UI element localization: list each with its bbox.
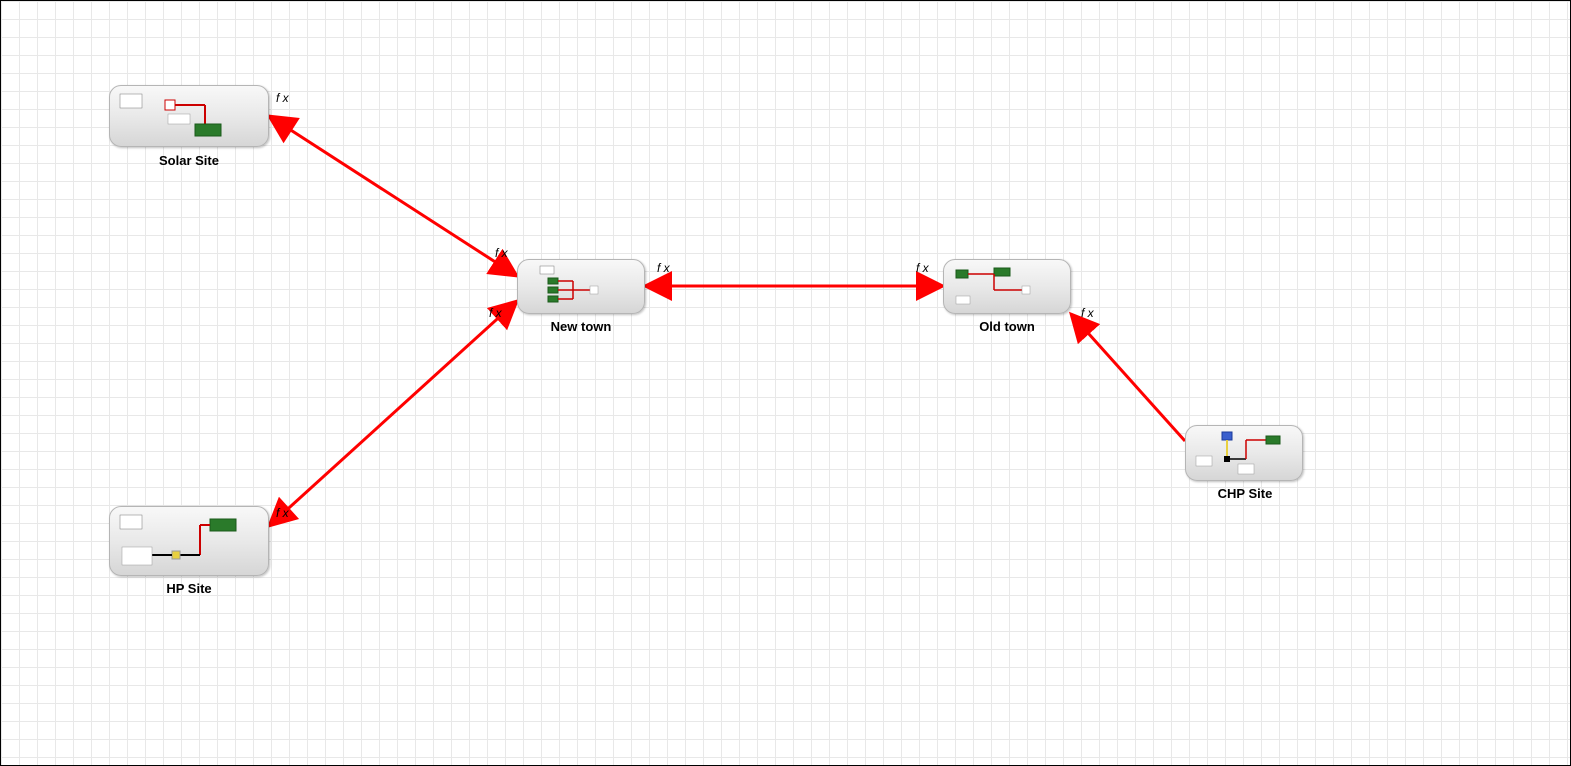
node-label-hp: HP Site — [99, 581, 279, 596]
fx-label: f x — [657, 261, 670, 275]
edge-solar-newtown[interactable] — [269, 116, 517, 276]
node-label-oldtown: Old town — [917, 319, 1097, 334]
edge-hp-newtown[interactable] — [269, 301, 517, 526]
diagram-canvas[interactable]: f x f x f x f x f x f x f x Solar Site H… — [0, 0, 1571, 766]
node-thumbnail-icon — [110, 507, 270, 577]
node-chp-site[interactable] — [1185, 425, 1303, 481]
fx-label: f x — [495, 246, 508, 260]
fx-label: f x — [276, 91, 289, 105]
node-solar-site[interactable] — [109, 85, 269, 147]
node-new-town[interactable] — [517, 259, 645, 314]
fx-label: f x — [489, 306, 502, 320]
node-hp-site[interactable] — [109, 506, 269, 576]
node-thumbnail-icon — [1186, 426, 1304, 482]
fx-label: f x — [916, 261, 929, 275]
fx-label: f x — [276, 506, 289, 520]
node-thumbnail-icon — [110, 86, 270, 148]
node-label-solar: Solar Site — [99, 153, 279, 168]
node-label-chp: CHP Site — [1155, 486, 1335, 501]
node-thumbnail-icon — [944, 260, 1072, 315]
node-label-newtown: New town — [491, 319, 671, 334]
fx-label: f x — [1081, 306, 1094, 320]
node-thumbnail-icon — [518, 260, 646, 315]
node-old-town[interactable] — [943, 259, 1071, 314]
